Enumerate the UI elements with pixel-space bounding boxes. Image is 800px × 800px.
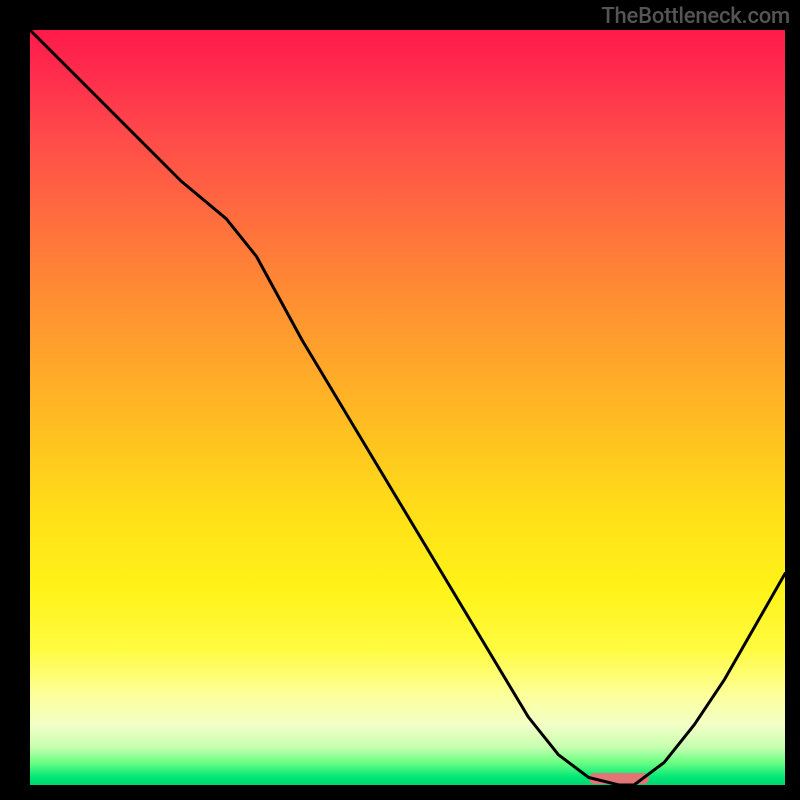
- bottleneck-chart: TheBottleneck.com: [0, 0, 800, 800]
- watermark-text: TheBottleneck.com: [601, 4, 790, 29]
- bottleneck-curve-line: [30, 30, 785, 785]
- plot-area: [30, 30, 785, 785]
- curve-svg: [30, 30, 785, 785]
